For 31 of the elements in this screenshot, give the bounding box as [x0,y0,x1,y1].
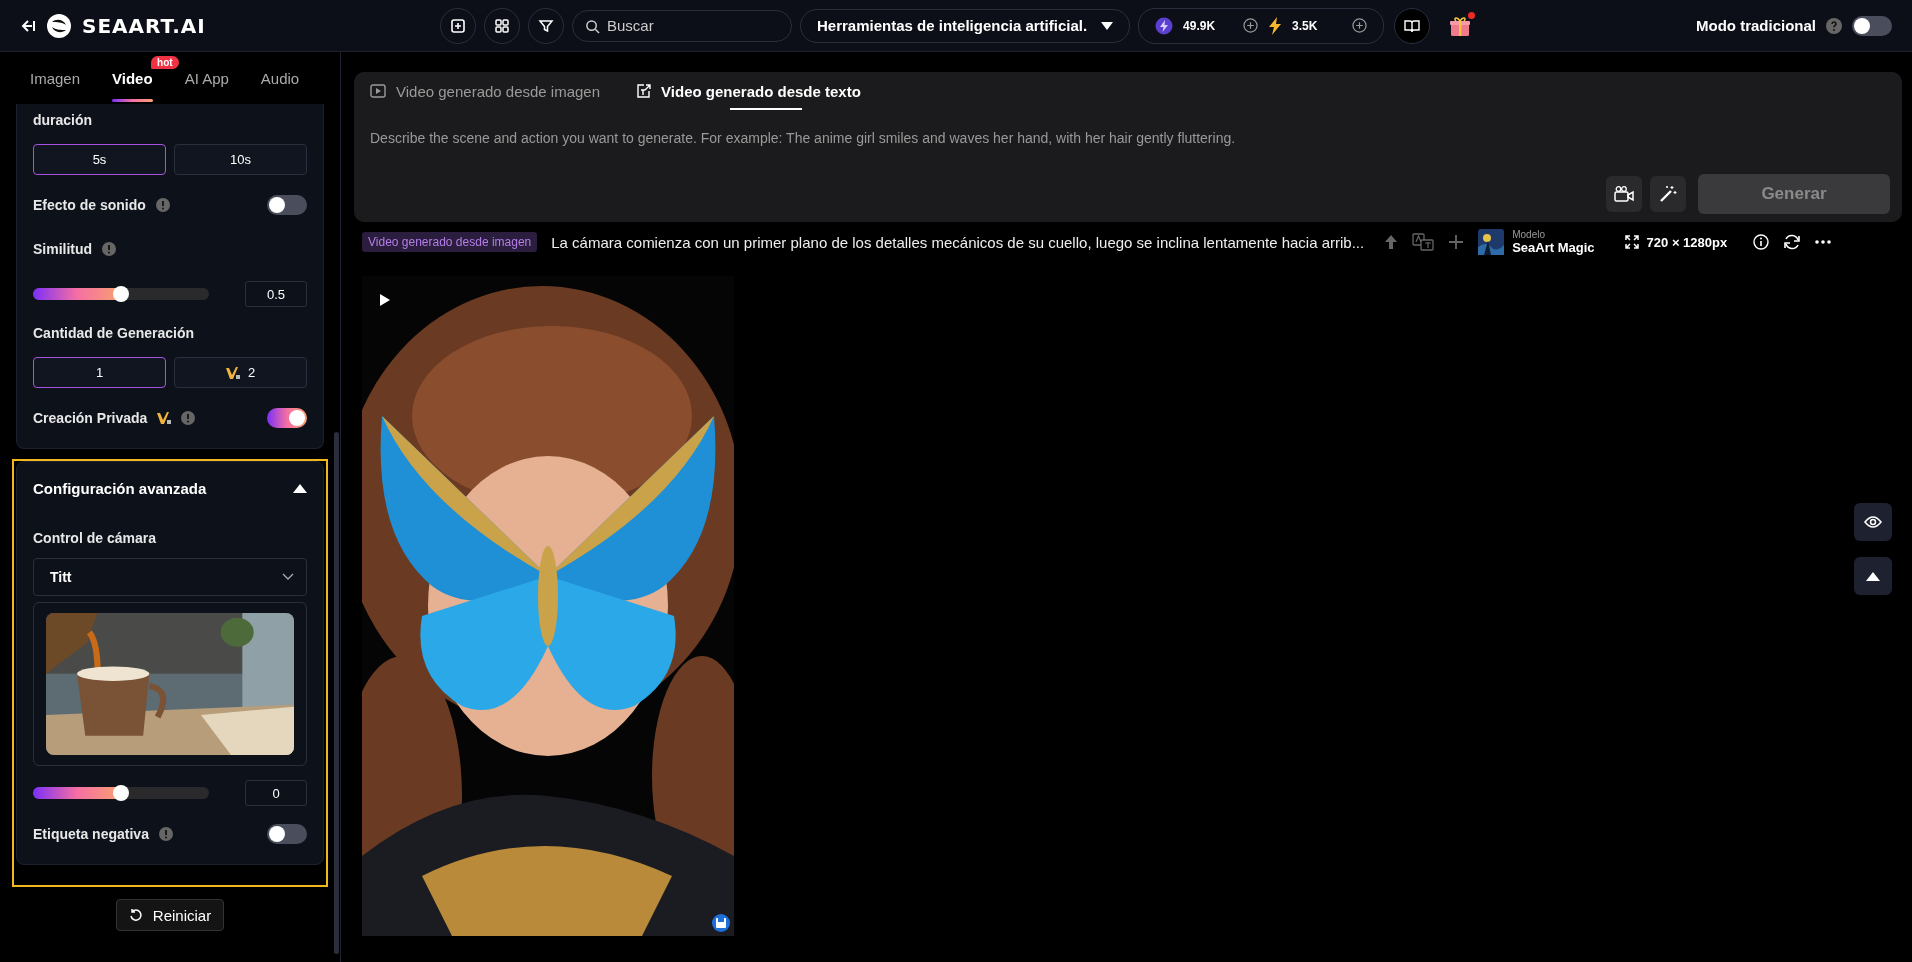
quantity-label: Cantidad de Generación [33,325,196,341]
duration-label: duración [33,112,94,128]
similarity-label: Similitud [33,241,93,257]
search-field[interactable]: Buscar [572,9,792,42]
hot-badge: hot [151,56,179,69]
camera-strength-value-field[interactable]: 0 [245,780,307,806]
duration-option[interactable]: 10s [174,144,307,175]
mode-tag: Video generado desde imagen [362,232,538,252]
model-name: SeaArt Magic [1512,240,1595,255]
advanced-settings-header[interactable]: Configuración avanzada [33,462,307,514]
camera-control-label: Control de cámara [33,530,157,546]
camera-control-dropdown[interactable]: Titt [33,558,307,596]
logo-text: SEAART.AI [82,13,206,38]
sound-effect-label: Efecto de sonido [33,197,146,213]
model-caption: Modelo [1512,229,1546,240]
generation-mode-tab[interactable]: Video generado desde texto [636,72,861,110]
negative-tag-label: Etiqueta negativa [33,826,149,842]
mode-label: Modo tradicional [1696,17,1816,34]
sidebar-tab[interactable]: Imagen [16,52,95,104]
quantity-option[interactable]: 1 [33,357,166,388]
credit-amount: 3.5K [1292,18,1319,33]
prompt-text: La cámara comienza con un primer plano de los detalles mecánicos de su cuello, luego se inclina lentamente hacia arrib... [551,233,1365,251]
reset-button[interactable]: Reiniciar [115,899,225,931]
generation-mode-tab[interactable]: Video generado desde imagen [370,72,601,110]
credit-amount: 49.9K [1183,18,1217,33]
duration-option[interactable]: 5s [33,144,166,175]
resolution-text: 720 × 1280px [1646,234,1728,250]
sidebar-tab[interactable]: Audio [246,52,314,104]
quantity-option[interactable]: 2 [174,357,307,388]
similarity-value-field[interactable]: 0.5 [245,281,307,307]
private-creation-label: Creación Privada [33,410,148,426]
